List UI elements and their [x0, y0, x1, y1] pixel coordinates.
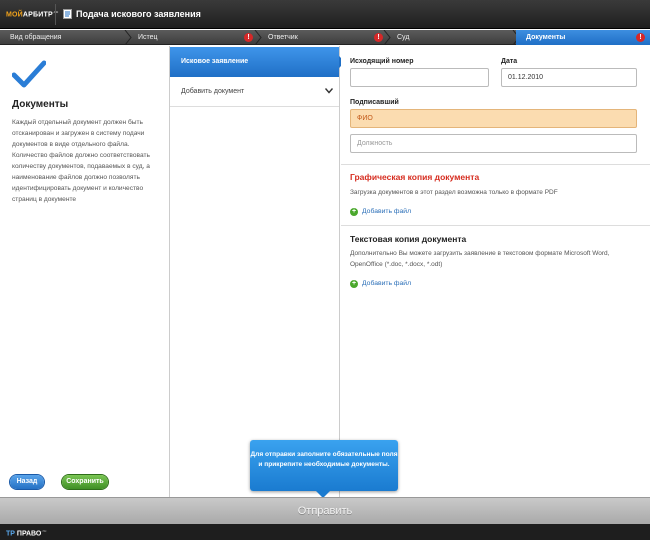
logo-name: ПРАВО: [16, 530, 42, 538]
step-label: Суд: [397, 34, 410, 41]
signer-label: Подписавший: [350, 99, 399, 106]
save-button[interactable]: Сохранить: [62, 475, 108, 489]
document-item-label: Исковое заявление: [181, 58, 249, 65]
section-divider: [341, 225, 650, 226]
tooltip-text: Для отправки заполните обязательные поля…: [250, 451, 398, 468]
date-field[interactable]: 01.12.2010: [501, 68, 637, 87]
text-copy-description: Дополнительно Вы можете загрузить заявле…: [350, 250, 610, 268]
plus-icon: +: [350, 208, 358, 216]
logo-brand: МОЙ: [6, 11, 23, 19]
submit-bar: Отправить: [0, 497, 650, 524]
pravo-logo[interactable]: ТР ПРАВО.ru: [6, 528, 47, 537]
graphic-copy-title: Графическая копия документа: [350, 172, 480, 182]
add-document-label: Добавить документ: [181, 88, 245, 95]
step-label: Документы: [526, 34, 566, 41]
plus-icon: +: [350, 280, 358, 288]
submit-hint-tooltip: Для отправки заполните обязательные поля…: [250, 440, 398, 498]
left-info-panel: Документы Каждый отдельный документ долж…: [0, 46, 170, 497]
step-label: Ответчик: [268, 34, 298, 41]
add-file-label: Добавить файл: [362, 280, 412, 287]
section-description: Каждый отдельный документ должен быть от…: [12, 119, 150, 203]
top-bar: МОЙАРБИТР.ru Подача искового заявления: [0, 0, 650, 29]
warning-icon: !: [636, 33, 645, 42]
text-copy-title: Текстовая копия документа: [350, 234, 467, 244]
warning-icon: !: [244, 33, 253, 42]
section-divider: [341, 164, 650, 165]
header-divider: [55, 4, 56, 25]
documents-list-panel: Исковое заявление Добавить документ: [170, 46, 345, 497]
warning-icon: !: [374, 33, 383, 42]
document-item-claim[interactable]: Исковое заявление: [170, 47, 345, 77]
add-document-dropdown[interactable]: Добавить документ: [170, 77, 339, 107]
logo-name: АРБИТР: [22, 11, 53, 19]
document-details-panel: Исходящий номер Дата 01.12.2010 Подписав…: [341, 46, 650, 497]
back-button[interactable]: Назад: [10, 475, 44, 489]
submit-button[interactable]: Отправить: [0, 498, 650, 525]
step-plaintiff[interactable]: Истец !: [128, 30, 262, 45]
step-label: Вид обращения: [10, 34, 62, 41]
wizard-steps: Вид обращения Истец ! Ответчик ! Суд Док…: [0, 30, 650, 45]
logo-prefix: ТР: [6, 530, 15, 538]
date-label: Дата: [501, 58, 518, 65]
step-label: Истец: [138, 34, 158, 41]
add-graphic-file-button[interactable]: + Добавить файл: [350, 207, 411, 217]
moi-arbitr-logo[interactable]: МОЙАРБИТР.ru: [6, 9, 59, 18]
graphic-copy-description: Загрузка документов в этот раздел возмож…: [350, 189, 558, 196]
logo-suffix: .ru: [41, 528, 47, 533]
outgoing-number-field[interactable]: [350, 68, 489, 87]
step-documents[interactable]: Документы !: [516, 30, 650, 45]
outgoing-number-label: Исходящий номер: [350, 58, 414, 65]
checkmark-icon: [12, 60, 46, 88]
signer-position-field[interactable]: Должность: [350, 134, 637, 153]
add-text-file-button[interactable]: + Добавить файл: [350, 279, 411, 289]
add-file-label: Добавить файл: [362, 208, 412, 215]
footer-bar: ТР ПРАВО.ru: [0, 524, 650, 540]
step-court[interactable]: Суд: [387, 30, 520, 45]
page-title: Подача искового заявления: [76, 9, 201, 19]
section-title: Документы: [12, 99, 69, 110]
document-icon: [63, 9, 72, 19]
step-request-type[interactable]: Вид обращения: [0, 30, 132, 45]
chevron-down-icon: [325, 88, 333, 94]
step-defendant[interactable]: Ответчик !: [258, 30, 391, 45]
signer-name-field[interactable]: ФИО: [350, 109, 637, 128]
